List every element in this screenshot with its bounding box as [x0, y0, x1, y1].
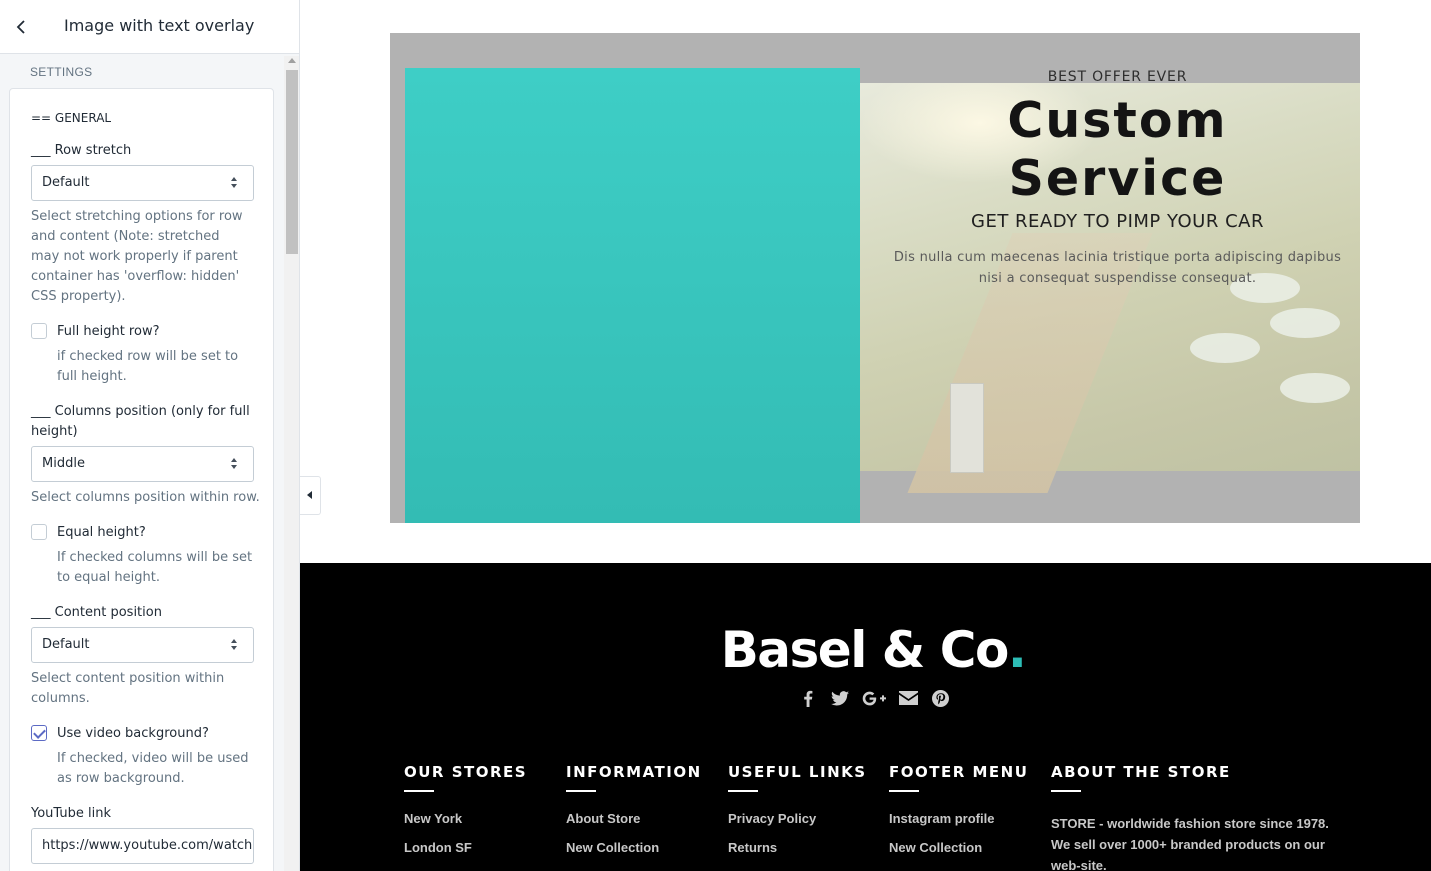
- full-height-checkbox[interactable]: [31, 323, 47, 339]
- footer-column-title: USEFUL LINKS: [728, 763, 867, 781]
- equal-height-label: Equal height?: [57, 525, 146, 540]
- image-text-overlay-banner[interactable]: BEST OFFER EVER Custom Service GET READY…: [390, 33, 1360, 523]
- banner-text-block: BEST OFFER EVER Custom Service GET READY…: [890, 69, 1345, 289]
- twitter-icon[interactable]: [830, 689, 849, 707]
- video-background-label: Use video background?: [57, 726, 209, 741]
- footer-column-title: ABOUT THE STORE: [1051, 763, 1231, 781]
- footer-link[interactable]: Privacy Policy: [728, 811, 816, 826]
- banner-subtitle: GET READY TO PIMP YOUR CAR: [971, 211, 1264, 232]
- tower-shape: [950, 383, 984, 473]
- columns-position-help: Select columns position within row.: [31, 490, 260, 505]
- content-position-help: Select content position within columns.: [31, 671, 225, 706]
- logo-dot: .: [1007, 621, 1027, 679]
- content-position-select[interactable]: Default: [31, 627, 254, 663]
- banner-description: Dis nulla cum maecenas lacinia tristique…: [893, 250, 1342, 286]
- scroll-up-arrow-icon[interactable]: [288, 58, 296, 63]
- columns-position-label: ___ Columns position (only for full heig…: [31, 404, 250, 439]
- video-background-checkbox[interactable]: [31, 725, 47, 741]
- row-stretch-help: Select stretching options for row and co…: [31, 209, 243, 304]
- tank-shape: [1270, 308, 1340, 338]
- title-underline: [728, 790, 758, 792]
- about-store-text: STORE - worldwide fashion store since 19…: [1051, 816, 1329, 871]
- footer-link[interactable]: New York: [404, 811, 462, 826]
- tank-shape: [1280, 373, 1350, 403]
- site-footer: Basel & Co. OUR STORES New York London S…: [300, 563, 1431, 871]
- row-stretch-select[interactable]: Default: [31, 165, 254, 201]
- back-button[interactable]: [10, 15, 32, 39]
- scrollbar-thumb[interactable]: [286, 70, 298, 254]
- banner-title: Custom Service: [1007, 92, 1228, 207]
- video-background-help: If checked, video will be used as row ba…: [57, 751, 249, 786]
- equal-height-help: If checked columns will be set to equal …: [57, 550, 253, 585]
- pinterest-icon[interactable]: [931, 689, 950, 707]
- footer-column-title: FOOTER MENU: [889, 763, 1029, 781]
- youtube-link-value: https://www.youtube.com/watch: [42, 838, 253, 853]
- footer-column-menu: FOOTER MENU Instagram profile New Collec…: [889, 763, 1049, 855]
- tank-shape: [1190, 333, 1260, 363]
- sidebar-header: Image with text overlay: [0, 0, 299, 54]
- select-arrows-icon: [231, 639, 239, 653]
- title-underline: [404, 790, 434, 792]
- footer-column-information: INFORMATION About Store New Collection: [566, 763, 726, 855]
- footer-link[interactable]: London SF: [404, 840, 472, 855]
- footer-column-title: INFORMATION: [566, 763, 702, 781]
- full-height-label: Full height row?: [57, 324, 160, 339]
- youtube-link-input[interactable]: https://www.youtube.com/watch: [31, 828, 254, 864]
- facebook-icon[interactable]: [798, 689, 817, 707]
- general-heading: == GENERAL: [31, 111, 112, 125]
- columns-position-value: Middle: [42, 456, 85, 471]
- footer-link[interactable]: New Collection: [889, 840, 982, 855]
- row-stretch-label: ___ Row stretch: [31, 143, 132, 158]
- logo-text: Basel & Co: [720, 621, 1010, 679]
- footer-link[interactable]: Instagram profile: [889, 811, 994, 826]
- settings-card: == GENERAL ___ Row stretch Default Selec…: [9, 88, 274, 871]
- sidebar-title: Image with text overlay: [64, 16, 255, 35]
- editor-sidebar: Image with text overlay SETTINGS == GENE…: [0, 0, 300, 871]
- footer-column-stores: OUR STORES New York London SF: [404, 763, 564, 855]
- banner-teal-panel: [405, 68, 860, 523]
- columns-position-select[interactable]: Middle: [31, 446, 254, 482]
- settings-section-label: SETTINGS: [30, 65, 93, 79]
- footer-link[interactable]: Returns: [728, 840, 777, 855]
- collapse-sidebar-button[interactable]: [300, 476, 321, 515]
- footer-link[interactable]: New Collection: [566, 840, 659, 855]
- sidebar-scrollbar[interactable]: [284, 56, 299, 871]
- select-arrows-icon: [231, 458, 239, 472]
- footer-column-about: ABOUT THE STORE: [1051, 763, 1331, 792]
- google-plus-icon[interactable]: [862, 689, 886, 707]
- banner-kicker: BEST OFFER EVER: [1047, 69, 1188, 85]
- footer-column-useful-links: USEFUL LINKS Privacy Policy Returns: [728, 763, 888, 855]
- title-underline: [889, 790, 919, 792]
- chevron-left-icon: [16, 20, 25, 34]
- title-underline: [566, 790, 596, 792]
- footer-link[interactable]: About Store: [566, 811, 640, 826]
- row-stretch-value: Default: [42, 175, 90, 190]
- title-underline: [1051, 790, 1081, 792]
- select-arrows-icon: [231, 177, 239, 191]
- footer-logo[interactable]: Basel & Co.: [300, 621, 1431, 679]
- social-links: [798, 689, 950, 707]
- envelope-icon[interactable]: [899, 689, 918, 707]
- full-height-help: if checked row will be set to full heigh…: [57, 349, 239, 384]
- content-position-value: Default: [42, 637, 90, 652]
- youtube-link-label: YouTube link: [31, 806, 111, 821]
- equal-height-checkbox[interactable]: [31, 524, 47, 540]
- footer-column-title: OUR STORES: [404, 763, 528, 781]
- content-position-label: ___ Content position: [31, 605, 162, 620]
